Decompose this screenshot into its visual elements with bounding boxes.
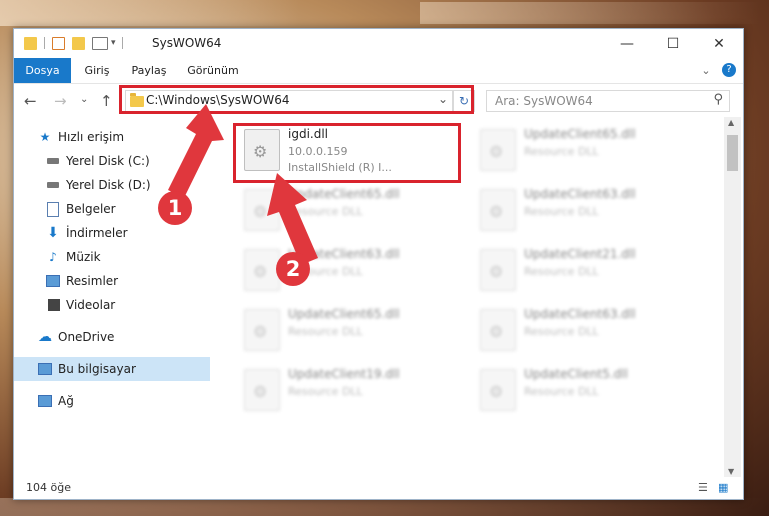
- annotation-arrows: [168, 104, 318, 265]
- step-badge-1: 1: [158, 191, 192, 225]
- arrow-1: [168, 104, 224, 198]
- step-badge-2: 2: [276, 252, 310, 286]
